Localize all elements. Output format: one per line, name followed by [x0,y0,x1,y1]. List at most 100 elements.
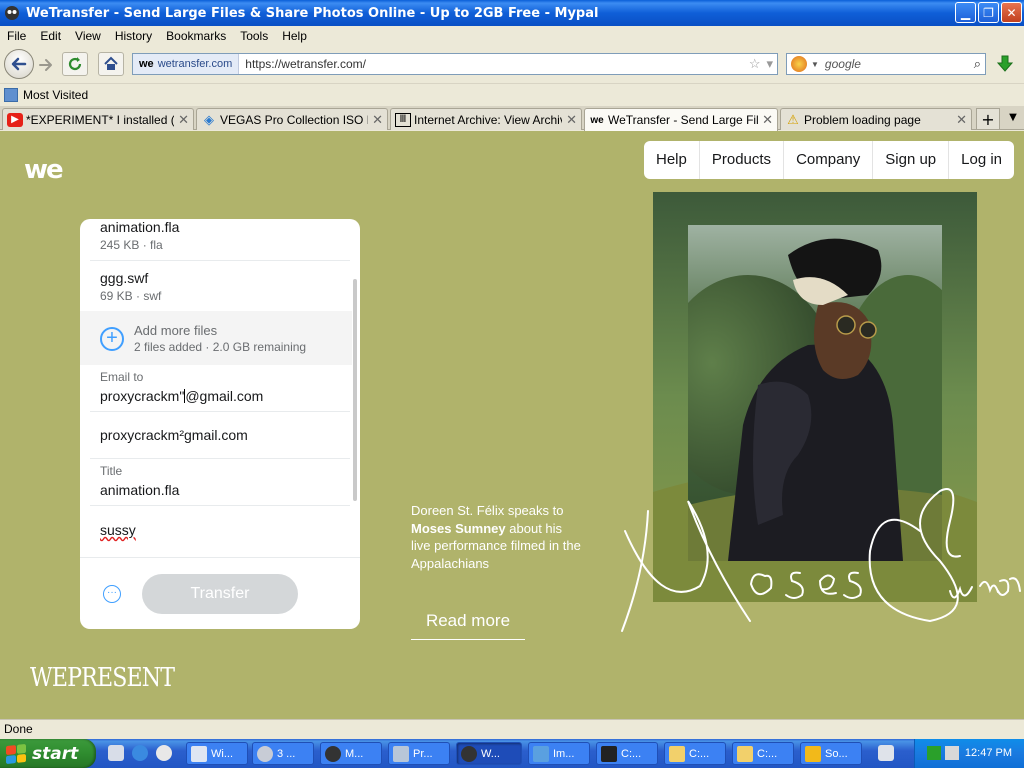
wetransfer-logo[interactable]: we [24,155,64,185]
quicklaunch-browser-icon[interactable] [132,745,148,761]
downloads-button[interactable] [994,54,1016,74]
all-tabs-dropdown-icon[interactable]: ▼ [1004,112,1022,123]
app-icon [257,745,273,762]
back-arrow-icon [11,57,27,71]
url-bar[interactable]: we wetransfer.com https://wetransfer.com… [132,53,778,75]
file-item[interactable]: ggg.swf 69 KB · swf [100,270,350,303]
taskbar-item-image[interactable]: Im... [528,742,590,765]
tab-problem-loading[interactable]: ⚠ Problem loading page ✕ [780,108,972,130]
divider [90,260,350,261]
most-visited-bookmark[interactable]: Most Visited [23,88,88,102]
taskbar-item-7zip[interactable]: C:... [596,742,658,765]
taskbar-item-word[interactable]: Wi... [186,742,248,765]
taskbar-item-mypal[interactable]: M... [320,742,382,765]
youtube-icon: ▶ [7,112,23,127]
tab-close-icon[interactable]: ✕ [372,112,383,128]
clock: 12:47 PM [964,747,1012,759]
search-engine-dropdown-icon[interactable]: ▼ [811,60,819,69]
nav-products[interactable]: Products [700,141,785,179]
taskbar-item-folder[interactable]: C:... [664,742,726,765]
add-more-files-button[interactable]: + Add more files 2 files added · 2.0 GB … [80,311,352,365]
menu-history[interactable]: History [108,29,159,43]
keyboard-language-icon[interactable] [878,745,894,761]
tab-close-icon[interactable]: ✕ [956,112,967,128]
wetransfer-favicon-icon: we [139,58,154,70]
search-engine-icon[interactable] [791,56,807,72]
wepresent-logo[interactable]: WEPRESENT [30,663,175,693]
menu-help[interactable]: Help [275,29,314,43]
search-bar[interactable]: ▼ google ⌕ [786,53,986,75]
file-item[interactable]: animation.fla 245 KB · fla [100,219,350,252]
url-dropdown-icon[interactable]: ▾ [766,56,773,72]
transfer-button[interactable]: Transfer [142,574,298,614]
tab-close-icon[interactable]: ✕ [762,112,773,128]
panel-scrollbar[interactable] [353,279,357,501]
divider [90,411,350,412]
wetransfer-page: we Help Products Company Sign up Log in … [0,131,1024,719]
email-to-field[interactable]: proxycrackm"@gmail.com [100,388,263,404]
taskbar-item-pr[interactable]: Pr... [388,742,450,765]
panel-footer: ··· Transfer [80,557,360,629]
tab-vegas[interactable]: ◈ VEGAS Pro Collection ISO Re... ✕ [196,108,388,130]
divider [90,505,350,506]
windows-flag-icon [6,743,26,764]
title-label: Title [100,464,123,478]
maximize-button[interactable]: ❐ [978,2,999,23]
nav-company[interactable]: Company [784,141,874,179]
minimize-button[interactable]: ▁ [955,2,976,23]
menu-edit[interactable]: Edit [33,29,68,43]
message-field[interactable]: sussy [100,522,136,538]
system-tray: 12:47 PM [914,739,1024,768]
search-input[interactable]: google [825,57,861,71]
read-more-link[interactable]: Read more [411,611,525,640]
menu-file[interactable]: File [0,29,33,43]
window-icon [191,745,207,762]
windows-taskbar: start Wi... 3 ... M... Pr... W... Im... … [0,739,1024,768]
quicklaunch-show-desktop-icon[interactable] [108,745,124,761]
bookmark-star-icon[interactable]: ☆ [749,56,761,72]
new-tab-button[interactable]: + [976,108,1000,130]
tab-internet-archive[interactable]: Ⅲ Internet Archive: View Archive ✕ [390,108,582,130]
tab-close-icon[interactable]: ✕ [178,112,189,128]
site-identity-button[interactable]: we wetransfer.com [133,54,240,74]
taskbar-item-folder[interactable]: C:... [732,742,794,765]
status-text: Done [4,722,33,736]
your-email-field[interactable]: proxycrackm²gmail.com [100,427,248,443]
taskbar-item-wetransfer[interactable]: W... [456,742,522,765]
file-name: ggg.swf [100,270,149,286]
forward-button[interactable] [36,55,56,75]
menu-tools[interactable]: Tools [233,29,275,43]
mypal-icon [461,745,477,762]
add-more-title: Add more files [134,323,218,338]
back-button[interactable] [4,49,34,79]
email-to-label: Email to [100,370,144,384]
wepresent-logo-text: WEPRESENT [30,663,175,693]
folder-icon [737,745,753,762]
nav-sign-up[interactable]: Sign up [873,141,950,179]
nav-help[interactable]: Help [644,141,700,179]
close-button[interactable]: ✕ [1001,2,1022,23]
menu-view[interactable]: View [68,29,108,43]
bookmarks-toolbar: Most Visited [0,85,1024,105]
taskbar-item-sony[interactable]: So... [800,742,862,765]
tab-close-icon[interactable]: ✕ [566,112,577,128]
download-arrow-icon [996,55,1014,72]
taskbar-item-3[interactable]: 3 ... [252,742,314,765]
start-button[interactable]: start [0,739,96,768]
network-icon[interactable] [927,746,941,760]
quicklaunch-media-player-icon[interactable] [156,745,172,761]
menu-bookmarks[interactable]: Bookmarks [159,29,233,43]
add-more-subtitle: 2 files added · 2.0 GB remaining [134,340,307,354]
moses-sumney-signature [621,488,1021,632]
search-icon[interactable]: ⌕ [974,56,981,72]
title-field[interactable]: animation.fla [100,482,179,498]
url-text[interactable]: https://wetransfer.com/ [239,57,366,71]
more-options-icon[interactable]: ··· [103,585,121,603]
nav-log-in[interactable]: Log in [949,141,1014,179]
volume-icon[interactable] [945,746,959,760]
tab-wetransfer[interactable]: we WeTransfer - Send Large File... ✕ [584,108,778,131]
home-button[interactable] [98,52,124,76]
site-identity-label: wetransfer.com [157,58,233,70]
tab-experiment[interactable]: ▶ *EXPERIMENT* I installed (al... ✕ [2,108,194,130]
reload-button[interactable] [62,52,88,76]
